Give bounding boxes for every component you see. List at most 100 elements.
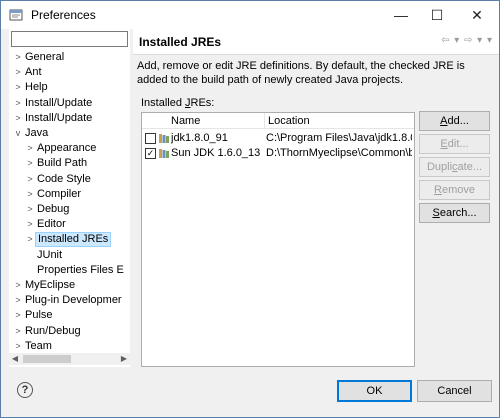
chevron-right-icon[interactable]: > [13, 50, 23, 65]
maximize-button[interactable]: ☐ [417, 1, 457, 29]
duplicate-button[interactable]: Duplicate... [419, 157, 490, 177]
chevron-right-icon[interactable]: > [13, 80, 23, 95]
chevron-right-icon[interactable]: > [25, 187, 35, 202]
search-button[interactable]: Search... [419, 203, 490, 223]
tree-item-label: Help [25, 81, 48, 94]
tree-item-label: Pulse [25, 309, 53, 322]
tree-item[interactable]: > MyEclipse [13, 278, 77, 293]
tree-item-label: Plug-in Developmer [25, 294, 122, 307]
chevron-right-icon[interactable]: > [25, 141, 35, 156]
tree-item[interactable]: > Team [13, 339, 54, 350]
tree-item[interactable]: > Install/Update [13, 96, 94, 111]
tree-item-label: Ant [25, 66, 42, 79]
preference-page: Installed JREs ⇦ ▾ ⇨ ▾ ▾ Add, remove or … [133, 29, 499, 367]
jre-name: Sun JDK 1.6.0_13 [171, 147, 261, 159]
tree-item[interactable]: > Code Style [25, 172, 93, 187]
table-row[interactable]: ✓ Sun JDK 1.6.0_13 D:\ThornMyeclipse\Commo… [142, 146, 414, 161]
chevron-right-icon[interactable]: > [13, 308, 23, 323]
tree-item[interactable]: > Pulse [13, 308, 55, 323]
chevron-down-icon[interactable]: v [13, 126, 23, 141]
tree-item[interactable]: > Debug [25, 202, 71, 217]
title-bar: Preferences — ☐ ✕ [1, 1, 499, 29]
label-suffix: REs: [190, 97, 215, 109]
chevron-right-icon[interactable]: > [25, 217, 35, 232]
edit-button[interactable]: Edit... [419, 134, 490, 154]
tree-item[interactable]: > Run/Debug [13, 324, 83, 339]
tree-item[interactable]: > Help [13, 80, 50, 95]
chevron-right-icon[interactable]: > [13, 324, 23, 339]
preferences-dialog: Preferences — ☐ ✕ > General > Ant > Help > Inst… [0, 0, 500, 418]
tree-item-label: Java [25, 127, 49, 139]
tree-item[interactable]: > Install/Update [13, 111, 94, 126]
chevron-right-icon[interactable]: > [13, 278, 23, 293]
jre-location: C:\Program Files\Java\jdk1.8.0_ [266, 132, 412, 144]
tree-item[interactable]: Properties Files E [25, 263, 126, 278]
chevron-right-icon[interactable]: > [13, 96, 23, 111]
jre-name: jdk1.8.0_91 [171, 132, 228, 144]
tree-item-label: Editor [37, 218, 66, 231]
tree-item-label: MyEclipse [25, 279, 76, 291]
remove-button[interactable]: Remove [419, 180, 490, 200]
button-label-part: emove [441, 184, 475, 196]
table-row[interactable]: jdk1.8.0_91 C:\Program Files\Java\jdk1.8.… [142, 131, 414, 146]
filter-input[interactable] [11, 31, 128, 47]
tree-item[interactable]: > Ant [13, 65, 44, 80]
chevron-right-icon[interactable]: > [13, 65, 23, 80]
tree-item[interactable]: v Java [13, 126, 50, 141]
chevron-right-icon[interactable]: > [13, 339, 23, 350]
tree-item[interactable]: > Installed JREs [25, 232, 112, 248]
tree-item-label: JUnit [37, 248, 63, 261]
tree-item[interactable]: > Compiler [25, 187, 83, 202]
tree-item-label: Team [25, 339, 52, 350]
column-header-name[interactable]: Name [168, 113, 264, 129]
ok-button[interactable]: OK [337, 380, 412, 402]
tree-item[interactable]: > Plug-in Developmer [13, 293, 124, 308]
tree-item[interactable]: > Build Path [25, 156, 89, 171]
tree-item-label: Debug [37, 203, 70, 215]
tree-item[interactable]: > Editor [25, 217, 68, 232]
jre-checkbox[interactable]: ✓ [145, 148, 156, 159]
jre-library-icon [159, 134, 169, 143]
tree-item-label: Code Style [37, 172, 91, 185]
label-prefix: Installed [141, 97, 186, 109]
preference-navigation: > General > Ant > Help > Install/Update > Install… [9, 29, 130, 367]
column-header-location[interactable]: Location [265, 113, 413, 129]
preference-tree: > General > Ant > Help > Install/Update > Install… [9, 50, 130, 350]
tree-item-label: Install/Update [25, 111, 93, 124]
preferences-app-icon [9, 9, 23, 21]
button-mnemonic: E [440, 138, 448, 150]
tree-horizontal-scrollbar[interactable]: ◀ ▶ [9, 353, 130, 365]
tree-item[interactable]: JUnit [25, 248, 64, 263]
cancel-button[interactable]: Cancel [417, 380, 492, 402]
tree-item[interactable]: > General [13, 50, 66, 65]
button-label-part: earch... [439, 207, 477, 219]
button-label-part: ate... [457, 161, 483, 173]
button-mnemonic: S [432, 207, 440, 219]
chevron-right-icon[interactable]: > [25, 172, 35, 187]
tree-item-label: Build Path [37, 157, 88, 170]
tree-item[interactable]: > Appearance [25, 141, 98, 156]
page-header: Installed JREs ⇦ ▾ ⇨ ▾ ▾ [133, 29, 499, 55]
add-button[interactable]: Add... [419, 111, 490, 131]
table-header: Name Location [142, 113, 414, 129]
scroll-left-icon[interactable]: ◀ [9, 353, 21, 365]
jre-library-icon [159, 149, 169, 158]
chevron-right-icon[interactable]: > [13, 293, 23, 308]
close-button[interactable]: ✕ [457, 1, 497, 29]
tree-item-label: Install/Update [25, 96, 93, 109]
chevron-right-icon[interactable]: > [25, 156, 35, 171]
button-mnemonic: R [434, 184, 442, 196]
history-navigation-icons[interactable]: ⇦ ▾ ⇨ ▾ ▾ [441, 35, 493, 46]
chevron-right-icon[interactable]: > [25, 232, 35, 247]
scrollbar-thumb[interactable] [23, 355, 71, 363]
minimize-button[interactable]: — [381, 1, 421, 29]
help-icon[interactable]: ? [17, 382, 33, 398]
jre-checkbox[interactable] [145, 133, 156, 144]
scroll-right-icon[interactable]: ▶ [118, 353, 130, 365]
page-description: Add, remove or edit JRE definitions. By … [137, 60, 465, 86]
chevron-right-icon[interactable]: > [25, 202, 35, 217]
window-title: Preferences [31, 8, 96, 22]
chevron-right-icon[interactable]: > [13, 111, 23, 126]
jre-table: Name Location jdk1.8.0_91 C:\Program File… [141, 112, 415, 367]
tree-item-label: Installed JREs [35, 232, 112, 248]
